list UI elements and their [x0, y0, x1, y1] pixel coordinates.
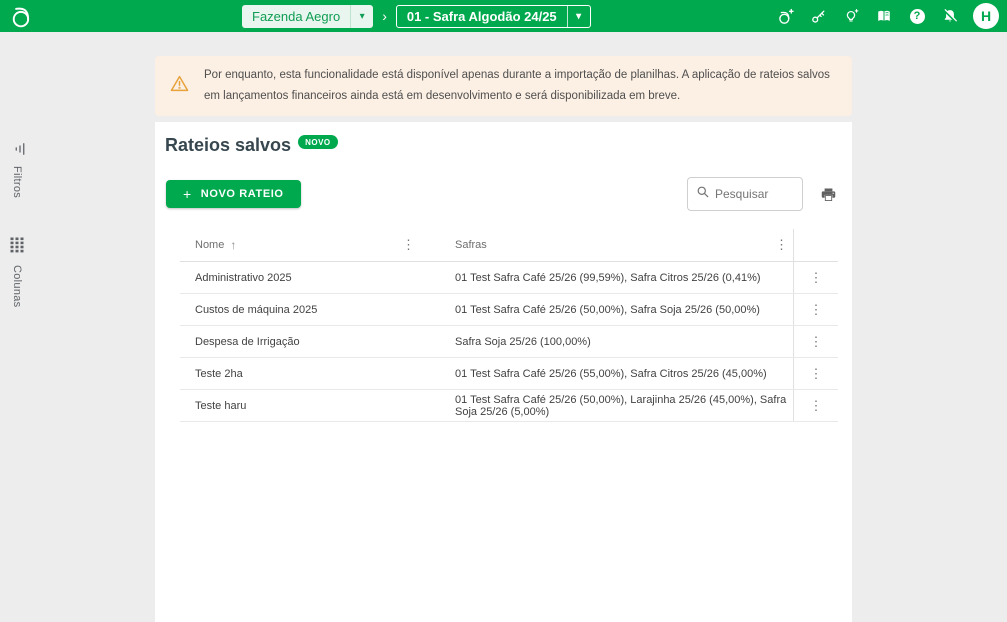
farm-selector-label: Fazenda Aegro	[252, 8, 341, 24]
user-avatar[interactable]: H	[973, 3, 999, 29]
novo-badge: NOVO	[298, 135, 338, 149]
help-icon[interactable]: ?	[907, 6, 927, 26]
cell-nome: Teste haru	[195, 399, 247, 412]
notifications-off-icon[interactable]	[940, 6, 960, 26]
columns-grid-icon	[10, 237, 24, 258]
top-header-bar: Fazenda Aegro ▾ › 01 - Safra Algodão 24/…	[0, 0, 1007, 32]
row-menu-icon[interactable]: ⋮	[807, 399, 826, 412]
cell-safras: 01 Test Safra Café 25/26 (50,00%), Safra…	[455, 303, 760, 316]
chevron-down-icon[interactable]: ▾	[566, 5, 590, 27]
cell-safras: 01 Test Safra Café 25/26 (99,59%), Safra…	[455, 271, 761, 284]
column-header-nome-label: Nome	[195, 239, 225, 251]
cell-nome: Teste 2ha	[195, 367, 243, 380]
cell-actions: ⋮	[793, 358, 838, 389]
side-tab-colunas-label: Colunas	[11, 265, 23, 308]
side-tab-filtros-label: Filtros	[11, 166, 23, 199]
plus-icon: +	[183, 186, 192, 202]
table-header-row: Nome ↑ ⋮ Safras ⋮	[180, 229, 838, 262]
table-body: Administrativo 2025 01 Test Safra Café 2…	[180, 262, 838, 422]
warning-triangle-icon	[169, 73, 190, 99]
info-banner: Por enquanto, esta funcionalidade está d…	[155, 56, 852, 116]
cell-actions: ⋮	[793, 262, 838, 293]
filter-icon	[7, 142, 27, 157]
harvest-selector[interactable]: 01 - Safra Algodão 24/25 ▾	[395, 4, 591, 28]
rateios-card: Rateios salvos NOVO + NOVO RATEIO Pesqui…	[155, 122, 852, 622]
harvest-selector-label: 01 - Safra Algodão 24/25	[406, 8, 557, 24]
row-menu-icon[interactable]: ⋮	[807, 271, 826, 284]
toolbar: + NOVO RATEIO	[166, 177, 838, 211]
farm-selector[interactable]: Fazenda Aegro ▾	[242, 4, 374, 28]
table-row[interactable]: Despesa de Irrigação Safra Soja 25/26 (1…	[180, 326, 838, 358]
idea-bulb-icon[interactable]	[841, 6, 861, 26]
table-row[interactable]: Teste haru 01 Test Safra Café 25/26 (50,…	[180, 390, 838, 422]
column-header-actions	[793, 229, 838, 261]
cell-nome: Custos de máquina 2025	[195, 303, 318, 316]
breadcrumb-separator: ›	[382, 8, 387, 24]
search-input[interactable]	[715, 187, 795, 201]
header-icon-group: ? H	[775, 0, 999, 32]
side-tab-colunas[interactable]: Colunas	[5, 237, 29, 307]
table-row[interactable]: Custos de máquina 2025 01 Test Safra Caf…	[180, 294, 838, 326]
new-rateio-button[interactable]: + NOVO RATEIO	[166, 180, 301, 208]
new-rateio-button-label: NOVO RATEIO	[200, 188, 284, 200]
page-title: Rateios salvos	[165, 135, 292, 155]
sort-asc-icon[interactable]: ↑	[230, 238, 236, 252]
column-header-nome[interactable]: Nome ↑ ⋮	[180, 229, 420, 261]
banner-message: Por enquanto, esta funcionalidade está d…	[204, 69, 830, 102]
cell-safras: 01 Test Safra Café 25/26 (50,00%), Laraj…	[455, 393, 787, 418]
search-icon	[696, 185, 710, 204]
row-menu-icon[interactable]: ⋮	[807, 335, 826, 348]
cell-actions: ⋮	[793, 390, 838, 421]
row-menu-icon[interactable]: ⋮	[807, 367, 826, 380]
toolbar-right	[687, 177, 838, 211]
rateios-table: Nome ↑ ⋮ Safras ⋮ Administrativo 2025 01…	[180, 229, 838, 422]
cell-nome: Administrativo 2025	[195, 271, 292, 284]
cell-nome: Despesa de Irrigação	[195, 335, 300, 348]
search-box[interactable]	[687, 177, 803, 211]
aegro-logo-icon[interactable]	[8, 3, 35, 30]
title-row: Rateios salvos NOVO	[155, 122, 852, 156]
chevron-down-icon[interactable]: ▾	[350, 4, 373, 28]
column-menu-icon[interactable]: ⋮	[772, 238, 791, 251]
table-row[interactable]: Administrativo 2025 01 Test Safra Café 2…	[180, 262, 838, 294]
column-header-safras-label: Safras	[455, 239, 487, 251]
print-icon[interactable]	[818, 184, 838, 204]
knowledge-book-icon[interactable]	[874, 6, 894, 26]
add-farm-icon[interactable]	[775, 6, 795, 26]
column-menu-icon[interactable]: ⋮	[399, 238, 418, 251]
side-tab-filtros[interactable]: Filtros	[5, 139, 29, 198]
row-menu-icon[interactable]: ⋮	[807, 303, 826, 316]
cell-actions: ⋮	[793, 326, 838, 357]
column-header-safras[interactable]: Safras ⋮	[420, 229, 793, 261]
cell-safras: Safra Soja 25/26 (100,00%)	[455, 335, 591, 348]
breadcrumb: Fazenda Aegro ▾ › 01 - Safra Algodão 24/…	[242, 0, 591, 32]
cell-safras: 01 Test Safra Café 25/26 (55,00%), Safra…	[455, 367, 767, 380]
cell-actions: ⋮	[793, 294, 838, 325]
key-icon[interactable]	[808, 6, 828, 26]
help-glyph: ?	[909, 8, 925, 24]
table-row[interactable]: Teste 2ha 01 Test Safra Café 25/26 (55,0…	[180, 358, 838, 390]
